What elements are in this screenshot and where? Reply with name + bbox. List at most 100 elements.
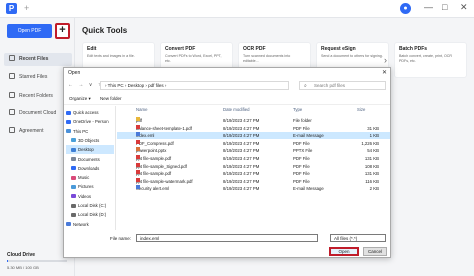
nav-pane-item[interactable]: 3D Objects xyxy=(66,136,114,145)
new-folder-button[interactable]: New folder xyxy=(100,96,122,101)
file-row[interactable]: PDF_Compress.pdf 8/19/2023 4:27 PM PDF Fil… xyxy=(117,139,390,147)
nav-pane-item[interactable]: Videos xyxy=(66,192,114,201)
file-row[interactable]: pdf 8/19/2023 4:27 PM File folder xyxy=(117,117,390,124)
file-size-cell: 2 KB xyxy=(369,186,379,192)
file-row[interactable]: Security alert.eml 8/19/2023 4:27 PM E-mai… xyxy=(117,185,390,192)
file-name-cell: ppt file-sample_Signed.pdf xyxy=(136,162,187,170)
folder-icon xyxy=(71,203,76,208)
file-row[interactable]: balance-sheet-template-1.pdf 8/19/2023 4:… xyxy=(117,124,390,132)
dialog-nav-row: ← → ∨ ↑ › This PC › Desktop › pdf files … xyxy=(64,79,390,92)
open-button[interactable]: Open xyxy=(329,247,359,256)
file-row[interactable]: ppt file-sample-watermark.pdf 8/19/2023 4… xyxy=(117,177,390,185)
nav-pane-item[interactable]: Music xyxy=(66,173,114,182)
nav-item-label: Pictures xyxy=(78,184,94,190)
file-name-cell: ppt file-sample-watermark.pdf xyxy=(136,177,193,185)
file-row[interactable]: ppt file-sample.pdf 8/19/2023 4:27 PM PDF … xyxy=(117,155,390,162)
sidebar-item[interactable]: Document Cloud xyxy=(4,107,72,120)
organize-button[interactable]: Organize ▾ xyxy=(69,96,91,102)
file-row[interactable]: index.eml 8/19/2023 4:27 PM E-mail Message… xyxy=(117,132,390,140)
file-size-cell: 131 KB xyxy=(364,156,379,161)
folder-icon xyxy=(71,138,76,143)
nav-pane-item[interactable]: OneDrive - Person xyxy=(66,117,114,126)
nav-pane-item[interactable]: This PC xyxy=(66,127,114,136)
file-type-select[interactable]: All files (*.*) xyxy=(330,234,386,242)
nav-arrows-icon[interactable]: ← → ∨ ↑ xyxy=(68,82,102,88)
sidebar-item-label: Recent Files xyxy=(19,56,49,62)
nav-pane-item[interactable]: Local Disk (D:) xyxy=(66,210,114,219)
file-name-input[interactable]: index.eml xyxy=(136,234,318,242)
file-date-cell: 8/19/2023 4:27 PM xyxy=(223,118,260,123)
open-pdf-button[interactable]: Open PDF xyxy=(7,24,52,38)
file-row[interactable]: powerpoint.pptx 8/19/2023 4:27 PM PPTX Fil… xyxy=(117,147,390,154)
nav-item-label: Desktop xyxy=(78,147,94,153)
file-type-icon xyxy=(136,155,140,159)
card-title: Edit xyxy=(87,46,97,52)
new-tab-icon[interactable]: + xyxy=(24,3,29,13)
search-input[interactable]: ⌕ Search pdf files xyxy=(299,81,386,90)
column-header-date[interactable]: Date modified xyxy=(223,107,250,112)
column-header-type[interactable]: Type xyxy=(293,107,302,112)
create-plus-button[interactable]: + xyxy=(55,23,70,39)
file-date-cell: 8/19/2023 4:27 PM xyxy=(223,133,260,139)
sidebar-item[interactable]: Agreement xyxy=(4,125,72,138)
file-type-cell: File folder xyxy=(293,118,312,123)
nav-pane-item[interactable]: Desktop xyxy=(66,145,114,155)
file-name-text: ppt file-sample-watermark.pdf xyxy=(136,178,193,184)
address-bar[interactable]: › This PC › Desktop › pdf files › xyxy=(100,81,289,90)
folder-icon xyxy=(66,119,71,124)
card-title: Convert PDF xyxy=(165,46,196,52)
close-window-icon[interactable]: ✕ xyxy=(460,2,468,13)
sidebar-item[interactable]: Recent Folders xyxy=(4,90,72,103)
nav-pane-item[interactable]: Quick access xyxy=(66,108,114,117)
dialog-toolbar: Organize ▾ New folder xyxy=(64,94,390,105)
file-row[interactable]: ppt file-sample.pdf 8/19/2023 4:27 PM PDF … xyxy=(117,170,390,177)
file-name-text: Security alert.eml xyxy=(136,186,170,192)
sidebar-item-label: Recent Folders xyxy=(19,93,53,99)
nav-item-label: Videos xyxy=(78,193,92,199)
file-row[interactable]: ppt file-sample_Signed.pdf 8/19/2023 4:27… xyxy=(117,162,390,170)
file-type-cell: PPTX File xyxy=(293,148,313,154)
card-title: OCR PDF xyxy=(243,46,266,52)
chevron-right-icon[interactable]: › xyxy=(384,55,387,65)
file-size-cell: 131 KB xyxy=(364,171,379,177)
folder-icon xyxy=(71,194,76,199)
search-icon: ⌕ xyxy=(304,83,307,89)
file-date-cell: 8/19/2023 4:27 PM xyxy=(223,125,260,131)
file-date-cell: 8/19/2023 4:27 PM xyxy=(223,163,260,169)
file-name-text: balance-sheet-template-1.pdf xyxy=(136,125,192,131)
nav-pane-item[interactable]: Downloads xyxy=(66,164,114,173)
nav-item-label: Music xyxy=(78,175,90,181)
card-description: Convert PDFs to Word, Excel, PPT, etc. xyxy=(165,54,222,63)
folder-icon xyxy=(71,175,76,180)
cancel-button[interactable]: Cancel xyxy=(363,247,387,256)
maximize-icon[interactable]: □ xyxy=(442,2,447,12)
card-description: Batch convert, create, print, OCR PDFs, … xyxy=(399,54,452,63)
nav-pane-item[interactable]: Pictures xyxy=(66,182,114,191)
sidebar-item[interactable]: Starred Files xyxy=(4,71,72,84)
nav-pane-item[interactable]: Local Disk (C:) xyxy=(66,201,114,210)
file-name-cell: powerpoint.pptx xyxy=(136,147,166,154)
nav-pane-item[interactable]: Network xyxy=(66,220,114,229)
quick-tool-card[interactable]: Batch PDFs Batch convert, create, print, … xyxy=(394,42,467,78)
file-name-text: PDF_Compress.pdf xyxy=(136,140,174,146)
file-type-cell: PDF File xyxy=(293,156,310,161)
file-type-icon xyxy=(136,185,140,190)
folder-icon xyxy=(71,212,76,217)
dialog-close-icon[interactable]: ✕ xyxy=(382,69,387,76)
column-header-name[interactable]: Name xyxy=(136,107,147,112)
user-avatar[interactable]: ● xyxy=(400,3,411,14)
app-top-bar: P + ● — □ ✕ xyxy=(0,0,474,18)
minimize-icon[interactable]: — xyxy=(424,2,433,12)
column-header-size[interactable]: Size xyxy=(357,107,365,112)
file-name-text: ppt file-sample_Signed.pdf xyxy=(136,163,187,169)
file-type-cell: PDF File xyxy=(293,171,310,177)
file-size-cell: 116 KB xyxy=(365,178,379,184)
folder-icon xyxy=(66,110,71,115)
nav-pane-item[interactable]: Documents xyxy=(66,155,114,164)
sidebar-item-label: Agreement xyxy=(19,128,44,134)
sidebar-item[interactable]: Recent Files xyxy=(4,53,72,66)
file-type-cell: PDF File xyxy=(293,163,310,169)
file-date-cell: 8/19/2023 4:27 PM xyxy=(223,148,260,154)
sidebar-item-icon xyxy=(9,55,15,61)
file-type-icon xyxy=(136,162,140,167)
